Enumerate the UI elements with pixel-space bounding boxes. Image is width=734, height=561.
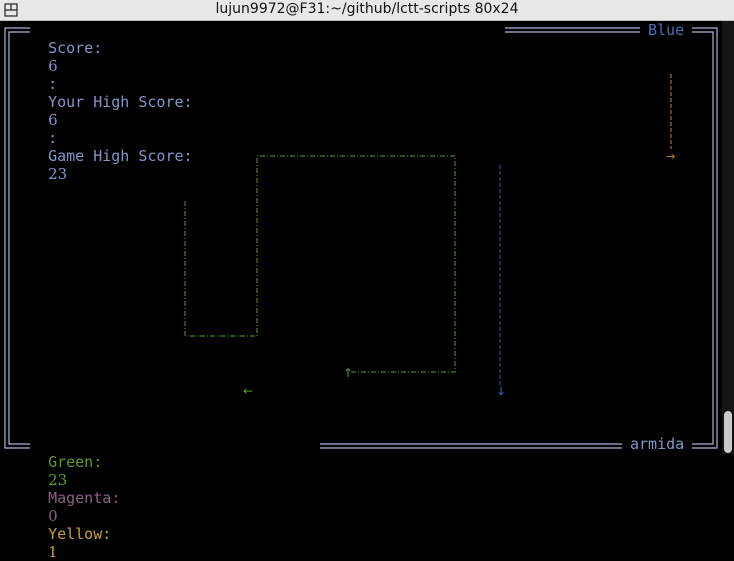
window-title: lujun9972@F31:~/github/lctt-scripts 80x2… [215, 1, 519, 17]
magenta-label: Magenta: [48, 489, 121, 507]
your-high-score-label: Your High Score: [48, 93, 193, 111]
separator: : [48, 129, 58, 147]
green-snake-head: ↑ [343, 366, 353, 380]
yellow-label: Yellow: [48, 525, 112, 543]
top-hud: Score: 6 : Your High Score: 6 : Game Hig… [30, 21, 193, 183]
yellow-score: 1 [48, 543, 58, 561]
your-high-score-value: 6 [48, 111, 58, 129]
game-high-score-label: Game High Score: [48, 147, 193, 165]
window-titlebar[interactable]: lujun9972@F31:~/github/lctt-scripts 80x2… [0, 0, 734, 21]
magenta-score: 0 [48, 507, 58, 525]
scrollbar-thumb[interactable] [724, 411, 732, 453]
green-score: 23 [48, 471, 68, 489]
score-value: 6 [48, 57, 58, 75]
scrollbar[interactable] [722, 21, 734, 454]
green-label: Green: [48, 453, 103, 471]
player-color-label: Blue [648, 21, 685, 39]
green-snake-small-head: ← [243, 384, 253, 398]
blue-snake-head: ↓ [496, 384, 506, 398]
game-high-score-value: 23 [48, 165, 68, 183]
green-snake-body [184, 155, 456, 373]
score-label: Score: [48, 39, 103, 57]
orange-snake-head: → [666, 150, 675, 163]
hostname-label: armida [630, 435, 685, 453]
separator: : [48, 75, 58, 93]
